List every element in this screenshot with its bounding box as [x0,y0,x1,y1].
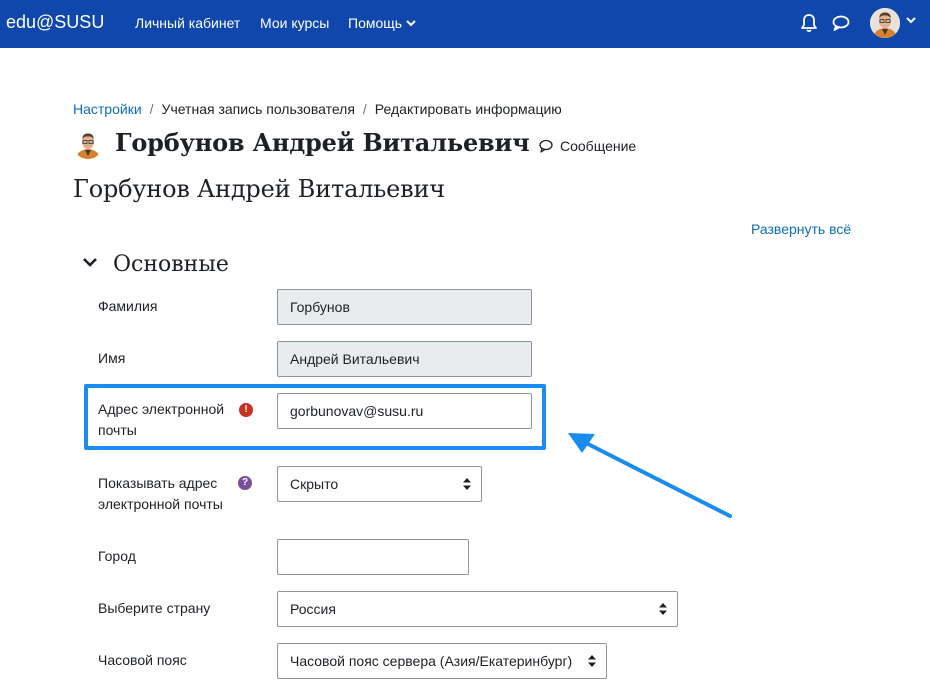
timezone-label: Часовой пояс [98,652,187,668]
nav-link-my-courses[interactable]: Мои курсы [260,15,329,31]
chevron-down-icon[interactable] [82,256,98,268]
avatar-image [73,129,103,159]
profile-user-name: Горбунов Андрей Витальевич [115,128,530,157]
chat-bubble-icon[interactable] [830,12,852,34]
breadcrumb-item-settings[interactable]: Настройки [73,101,142,117]
section-title-general[interactable]: Основные [113,252,229,277]
maildisplay-label: Показывать адрес электронной почты [98,473,223,515]
lastname-field[interactable]: Горбунов [277,289,532,325]
breadcrumb-separator: / [149,101,154,117]
maildisplay-select[interactable]: Скрыто [277,466,482,502]
timezone-selected-value: Часовой пояс сервера (Азия/Екатеринбург) [290,653,573,669]
nav-link-help-label: Помощь [348,15,403,31]
top-navbar: edu@SUSU Личный кабинет Мои курсы Помощь [0,0,930,48]
country-select[interactable]: Россия [277,591,678,627]
send-message-link[interactable]: Сообщение [538,138,636,154]
select-arrows-icon [588,655,596,667]
country-selected-value: Россия [290,601,336,617]
chevron-down-icon [406,20,416,27]
select-arrows-icon [463,478,471,490]
maildisplay-label-line1: Показывать адрес [98,475,218,491]
user-menu-avatar[interactable] [870,8,900,38]
annotation-arrow-icon [568,433,732,518]
breadcrumb-item-edit-profile: Редактировать информацию [374,101,562,117]
firstname-field[interactable]: Андрей Витальевич [277,341,532,377]
send-message-label: Сообщение [560,138,637,154]
highlight-box [84,384,546,450]
bell-icon[interactable] [798,12,820,34]
breadcrumb-item-account[interactable]: Учетная запись пользователя [162,101,355,117]
chevron-down-icon[interactable] [906,17,916,24]
profile-avatar[interactable] [73,129,103,159]
country-label: Выберите страну [98,600,211,616]
city-label: Город [98,548,136,564]
site-brand[interactable]: edu@SUSU [6,12,104,33]
avatar-image [870,8,900,38]
timezone-select[interactable]: Часовой пояс сервера (Азия/Екатеринбург) [277,643,607,679]
lastname-label: Фамилия [98,298,158,314]
breadcrumb: Настройки / Учетная запись пользователя / Ре… [73,101,562,117]
maildisplay-label-line2: электронной почты [98,496,223,512]
breadcrumb-separator: / [362,101,367,117]
help-icon[interactable]: ? [238,476,252,490]
expand-all-link[interactable]: Развернуть всё [751,221,851,237]
maildisplay-selected-value: Скрыто [290,476,339,492]
chat-bubble-icon [539,139,553,153]
firstname-label: Имя [98,350,126,366]
nav-link-dashboard[interactable]: Личный кабинет [135,15,240,31]
page-title: Горбунов Андрей Витальевич [73,175,445,203]
nav-link-help[interactable]: Помощь [348,15,416,31]
city-field[interactable] [277,539,469,575]
select-arrows-icon [659,603,667,615]
